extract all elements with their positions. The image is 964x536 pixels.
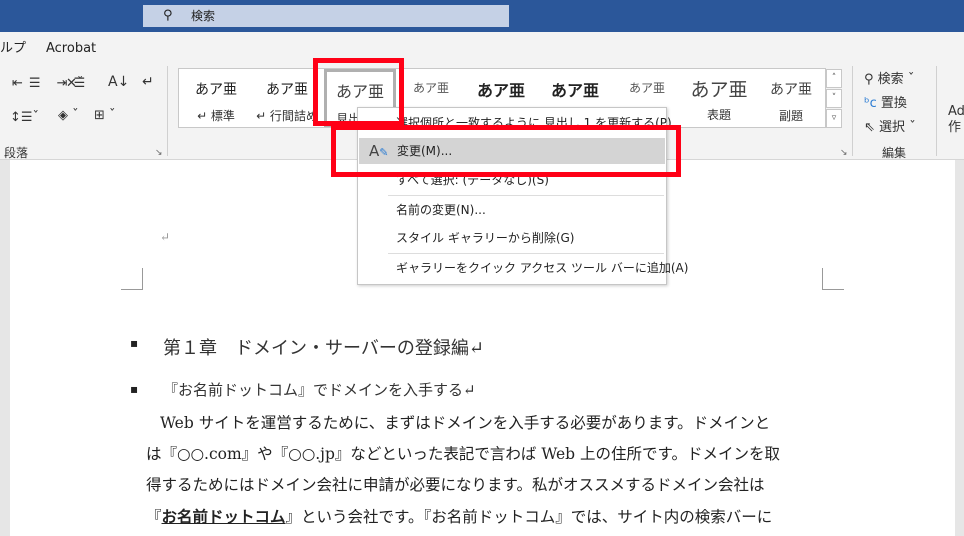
bold-text: お名前ドットコム <box>161 507 286 526</box>
style-preview: あア亜 <box>412 81 449 95</box>
line-spacing-button[interactable]: ↕☰ˇ <box>10 110 39 125</box>
divider <box>167 66 168 156</box>
gallery-scroll-up[interactable]: ˄ <box>826 69 842 88</box>
borders-button[interactable]: ⊞ ˇ <box>94 108 116 123</box>
highlight-box-heading-style <box>313 58 404 126</box>
gallery-scroll-down[interactable]: ˅ <box>826 89 842 108</box>
sort-button[interactable]: A↓ <box>108 74 129 90</box>
style-preview: あア亜 <box>770 82 812 98</box>
addin-button[interactable]: Ad 作 <box>948 104 964 136</box>
editing-group-label: 編集 <box>882 146 907 160</box>
bullet: ▪ <box>130 382 139 396</box>
replace-button[interactable]: ᵇc 置換 <box>864 92 907 111</box>
style-preview: あア亜 <box>690 79 748 101</box>
style-preview: あア亜 <box>195 82 237 98</box>
heading-2: 『お名前ドットコム』でドメインを入手する↵ <box>163 381 476 399</box>
style-normal[interactable]: あア亜 ↵ 標準 <box>181 69 251 127</box>
paragraph-mark: ↵ <box>160 230 171 244</box>
paragraph-mark-button[interactable]: ↵ <box>142 74 154 90</box>
tab-acrobat[interactable]: Acrobat <box>46 32 96 66</box>
style-label: ↵ 標準 <box>197 109 235 123</box>
search-placeholder: 検索 <box>191 9 216 23</box>
addin-label: Ad <box>948 104 964 119</box>
style-preview: あア亜 <box>550 81 599 100</box>
body-line: 得するためにはドメイン会社に申請が必要になります。私がオススメするドメイン会社は <box>146 476 765 494</box>
body-line: は『○○.com』や『○○.jp』などといった表記で言わば Web 上の住所です… <box>146 445 780 463</box>
bullet: ▪ <box>130 336 139 350</box>
style-title[interactable]: あア亜 表題 <box>683 69 755 127</box>
text: 』という会社です。『お名前ドットコム』では、サイト内の検索バーに <box>285 508 773 526</box>
find-button[interactable]: ⚲ 検索 ˇ <box>864 68 914 87</box>
search-icon: ⚲ <box>864 72 874 87</box>
search-icon: ⚲ <box>163 8 173 23</box>
gallery-more-button[interactable]: ▿ <box>826 109 842 128</box>
menu-separator <box>388 253 664 254</box>
select-label: 選択 <box>879 120 906 135</box>
style-preview: あア亜 <box>628 81 665 95</box>
shading-button[interactable]: ◈ ˇ <box>58 108 79 123</box>
menu-separator <box>388 195 664 196</box>
highlight-box-modify <box>331 125 681 177</box>
menu-item-remove-from-gallery[interactable]: スタイル ギャラリーから削除(G) <box>358 225 666 251</box>
tab-help[interactable]: ルプ <box>0 32 26 66</box>
replace-icon: ᵇc <box>864 96 877 111</box>
dialog-launcher-icon[interactable]: ↘ <box>155 148 163 158</box>
menu-bar: ルプ Acrobat <box>0 32 964 62</box>
dialog-launcher-icon[interactable]: ↘ <box>840 148 848 158</box>
search-box[interactable]: ⚲ 検索 <box>143 5 509 27</box>
style-subtitle[interactable]: あア亜 副題 <box>761 69 821 127</box>
body-paragraph: Web サイトを運営するために、まずはドメインを入手する必要があります。ドメイン… <box>146 408 826 533</box>
paragraph-group-label: 段落 <box>4 146 29 160</box>
replace-label: 置換 <box>880 96 907 111</box>
body-line: 『お名前ドットコム』という会社です。『お名前ドットコム』では、サイト内の検索バー… <box>146 501 826 533</box>
divider <box>936 66 937 156</box>
style-preview: あア亜 <box>476 81 525 100</box>
find-label: 検索 <box>877 72 904 87</box>
margin-corner <box>822 268 844 290</box>
body-line: Web サイトを運営するために、まずはドメインを入手する必要があります。ドメイン… <box>160 414 771 432</box>
heading-1: 第１章 ドメイン・サーバーの登録編↵ <box>163 338 484 359</box>
menu-item-rename[interactable]: 名前の変更(N)... <box>358 197 666 223</box>
cursor-icon: ⇖ <box>864 120 875 135</box>
style-label: 副題 <box>778 109 803 123</box>
divider <box>852 66 853 156</box>
text-direction-button[interactable]: ✕ˇ <box>66 76 83 91</box>
addin-label-2: 作 <box>948 120 962 135</box>
menu-item-add-to-qat[interactable]: ギャラリーをクイック アクセス ツール バーに追加(A) <box>358 255 688 281</box>
select-button[interactable]: ⇖ 選択 ˇ <box>864 116 916 135</box>
margin-corner <box>121 268 143 290</box>
text: 『 <box>146 508 162 526</box>
style-label: 表題 <box>706 108 731 122</box>
